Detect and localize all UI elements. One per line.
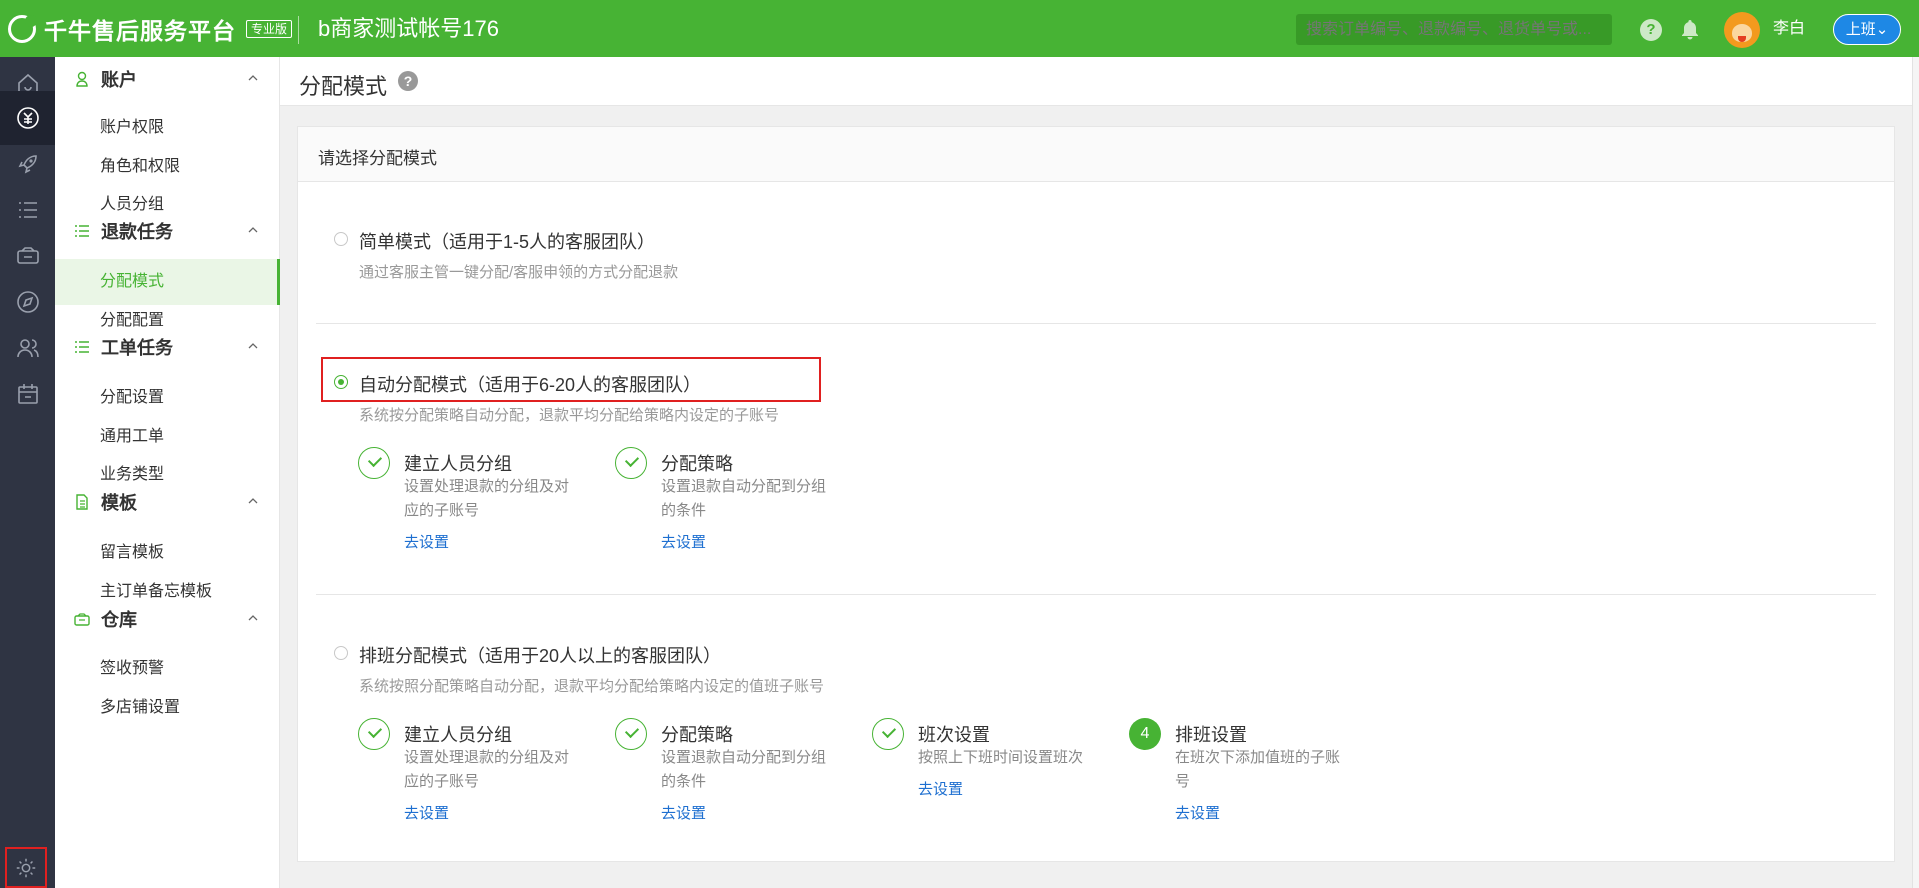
shift-mode-radio[interactable] xyxy=(334,646,348,660)
topbar-divider xyxy=(298,16,299,44)
page-title: 分配模式 xyxy=(299,74,388,99)
sidebar-group-account[interactable]: 账户 xyxy=(55,57,280,101)
sidebar-group-templates[interactable]: 模板 xyxy=(55,480,280,524)
auto-mode-radio[interactable] xyxy=(334,375,348,389)
shift-step-desc: 设置退款自动分配到分组的条件 xyxy=(661,749,827,790)
task-list-icon xyxy=(75,225,89,237)
brand-name: 千牛售后服务平台 xyxy=(44,17,236,44)
step-done-check-icon xyxy=(358,447,390,479)
rail-settings[interactable] xyxy=(5,847,47,888)
auto-step-desc: 设置处理退款的分组及对应的子账号 xyxy=(404,478,570,519)
page-help-icon[interactable]: ? xyxy=(398,71,418,91)
bell-icon[interactable] xyxy=(1678,18,1702,42)
shift-status-label: 上班 xyxy=(1845,21,1876,38)
account-name: b商家测试帐号176 xyxy=(318,16,499,41)
step-done-check-icon xyxy=(358,718,390,750)
page-scrollbar[interactable] xyxy=(1912,57,1919,888)
sidebar-item-multi-store-settings[interactable]: 多店铺设置 xyxy=(55,685,280,731)
chevron-up-icon xyxy=(248,75,258,81)
shift-step-desc: 按照上下班时间设置班次 xyxy=(918,749,1084,766)
warehouse-icon xyxy=(16,247,39,264)
shift-step-title: 班次设置 xyxy=(918,725,990,745)
mode-divider xyxy=(316,594,1876,595)
page-header: 分配模式 ? xyxy=(280,57,1912,106)
auto-mode-desc: 系统按分配策略自动分配，退款平均分配给策略内设定的子账号 xyxy=(359,407,780,424)
user-icon xyxy=(76,71,88,87)
rocket-icon xyxy=(18,155,37,174)
avatar[interactable] xyxy=(1724,12,1760,48)
simple-mode-desc: 通过客服主管一键分配/客服申领的方式分配退款 xyxy=(359,264,679,281)
chevron-down-icon: ⌄ xyxy=(1875,21,1889,38)
shift-step-setup-link[interactable]: 去设置 xyxy=(1175,802,1220,823)
shift-mode-desc: 系统按照分配策略自动分配，退款平均分配给策略内设定的值班子账号 xyxy=(359,678,825,695)
mode-divider xyxy=(316,323,1876,324)
shift-status-button[interactable]: 上班⌄ xyxy=(1833,14,1901,45)
gear-icon xyxy=(16,858,36,877)
shift-mode-title[interactable]: 排班分配模式（适用于20人以上的客服团队） xyxy=(359,642,721,668)
auto-step-title: 分配策略 xyxy=(661,454,733,474)
username[interactable]: 李白 xyxy=(1773,0,1805,57)
simple-mode-radio[interactable] xyxy=(334,232,348,246)
users-icon xyxy=(16,339,39,358)
shift-step-title: 分配策略 xyxy=(661,725,733,745)
calendar-icon xyxy=(17,384,38,404)
chevron-up-icon xyxy=(248,343,258,349)
warehouse-icon xyxy=(74,613,90,626)
help-icon[interactable]: ? xyxy=(1640,19,1662,41)
sidebar-group-label: 退款任务 xyxy=(101,222,173,242)
top-bar: 千牛售后服务平台 专业版 b商家测试帐号176 ? 李白 上班⌄ xyxy=(0,0,1919,57)
step-done-check-icon xyxy=(615,447,647,479)
edition-badge: 专业版 xyxy=(246,19,293,38)
auto-step-desc: 设置退款自动分配到分组的条件 xyxy=(661,478,827,519)
simple-mode-title[interactable]: 简单模式（适用于1-5人的客服团队） xyxy=(359,228,655,254)
icon-rail xyxy=(0,57,55,888)
shift-step-setup-link[interactable]: 去设置 xyxy=(661,802,706,823)
step-done-check-icon xyxy=(872,718,904,750)
rail-calendar[interactable] xyxy=(0,367,55,421)
auto-step-setup-link[interactable]: 去设置 xyxy=(404,531,449,552)
task-list-icon xyxy=(18,202,37,218)
auto-step-setup-link[interactable]: 去设置 xyxy=(661,531,706,552)
shift-step-setup-link[interactable]: 去设置 xyxy=(404,802,449,823)
sidebar: 账户 账户权限 角色和权限 人员分组 退款任务 分配模式 分配配置 工单任务 分… xyxy=(55,57,280,888)
step-number-badge: 4 xyxy=(1129,718,1161,750)
qianniu-logo-icon xyxy=(8,14,37,43)
chevron-up-icon xyxy=(248,498,258,504)
global-search-input[interactable] xyxy=(1296,14,1612,45)
step-done-check-icon xyxy=(615,718,647,750)
document-icon xyxy=(76,494,88,510)
sidebar-group-label: 模板 xyxy=(101,493,137,513)
shift-step-title: 建立人员分组 xyxy=(404,725,512,745)
task-list-icon xyxy=(75,341,89,353)
sidebar-group-refund-tasks[interactable]: 退款任务 xyxy=(55,209,280,253)
chevron-up-icon xyxy=(248,227,258,233)
card-header: 请选择分配模式 xyxy=(298,127,1894,182)
refund-icon xyxy=(16,107,39,129)
shift-step-desc: 在班次下添加值班的子账号 xyxy=(1175,749,1341,790)
sidebar-group-label: 工单任务 xyxy=(101,338,173,358)
brand[interactable]: 千牛售后服务平台 专业版 xyxy=(8,0,293,57)
shift-step-title: 排班设置 xyxy=(1175,725,1247,745)
auto-mode-title[interactable]: 自动分配模式（适用于6-20人的客服团队） xyxy=(359,371,701,397)
sidebar-group-warehouse[interactable]: 仓库 xyxy=(55,597,280,641)
sidebar-group-label: 仓库 xyxy=(101,610,137,630)
sidebar-group-label: 账户 xyxy=(101,70,137,90)
chevron-up-icon xyxy=(248,615,258,621)
compass-icon xyxy=(16,291,39,313)
sidebar-group-ticket-tasks[interactable]: 工单任务 xyxy=(55,325,280,369)
card-title: 请选择分配模式 xyxy=(318,149,437,168)
shift-step-desc: 设置处理退款的分组及对应的子账号 xyxy=(404,749,570,790)
shift-step-setup-link[interactable]: 去设置 xyxy=(918,778,963,799)
auto-step-title: 建立人员分组 xyxy=(404,454,512,474)
